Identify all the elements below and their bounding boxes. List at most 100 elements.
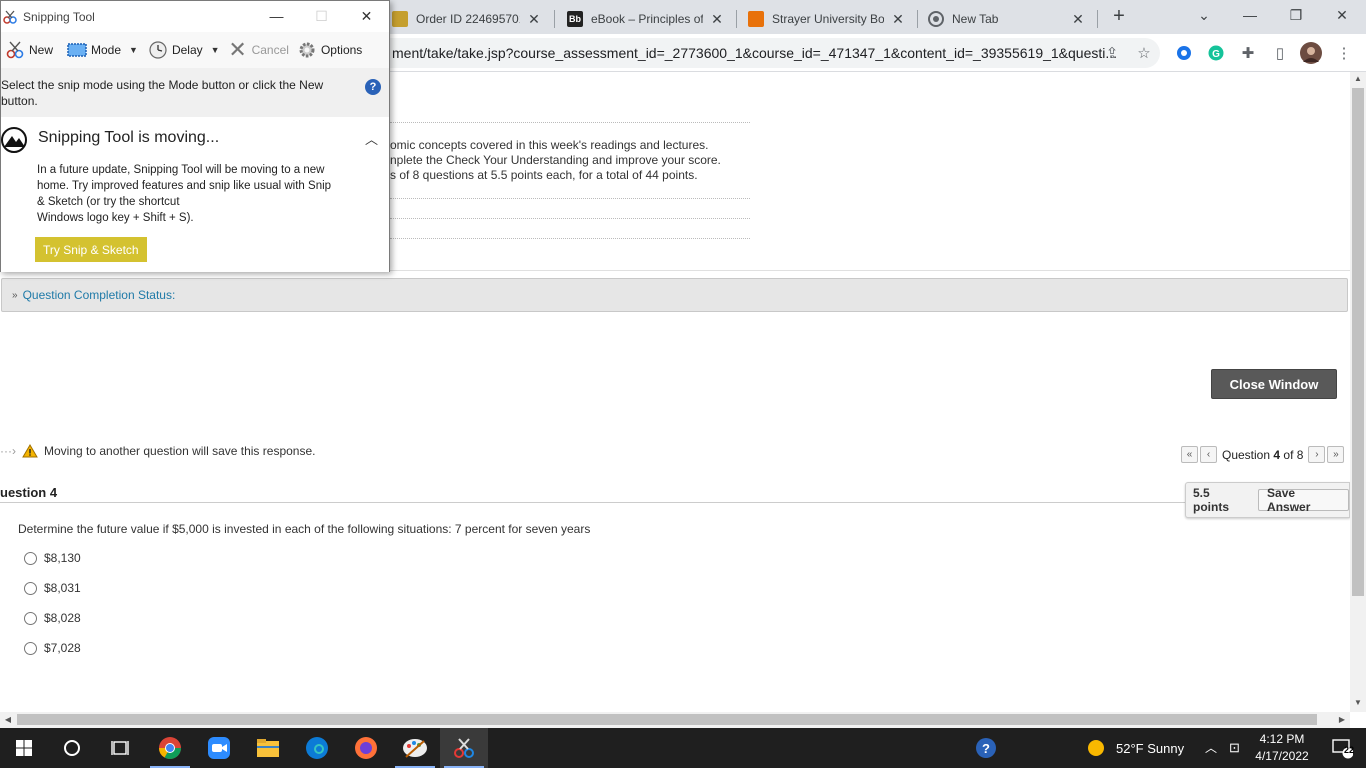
menu-kebab-icon[interactable]: ⋮ [1333, 42, 1355, 64]
gear-icon [297, 41, 317, 59]
share-icon[interactable]: ⇪ [1101, 42, 1123, 64]
restore-icon[interactable]: ❐ [1276, 4, 1316, 26]
new-tab-button[interactable]: + [1108, 6, 1130, 28]
zoom-icon[interactable] [195, 728, 243, 768]
tab-new-tab[interactable]: New Tab ✕ [918, 4, 1096, 34]
question-heading: uestion 4 [0, 485, 58, 500]
chevron-down-icon[interactable]: ▼ [211, 45, 220, 55]
radio-button[interactable] [24, 611, 37, 625]
network-icon[interactable]: ⊡ [1229, 740, 1240, 756]
radio-button[interactable] [24, 581, 37, 595]
tab-ebook[interactable]: Bb eBook – Principles of F ✕ [557, 4, 735, 34]
bookmark-star-icon[interactable]: ☆ [1133, 42, 1155, 64]
strayer-icon [748, 11, 764, 27]
profile-avatar[interactable] [1300, 42, 1322, 64]
answer-option[interactable]: $8,031 [24, 581, 81, 595]
close-icon[interactable]: ✕ [1070, 11, 1086, 28]
close-icon[interactable]: ✕ [1322, 4, 1362, 26]
scroll-right-icon[interactable]: ▶ [1334, 712, 1350, 728]
answer-option-label: $8,031 [44, 581, 81, 595]
chevron-up-icon[interactable]: ︿ [1205, 739, 1217, 756]
answer-option[interactable]: $7,028 [24, 641, 81, 655]
delay-button[interactable]: Delay ▼ [144, 35, 224, 65]
svg-text:?: ? [982, 741, 990, 756]
answer-option[interactable]: $8,028 [24, 611, 81, 625]
radio-button[interactable] [24, 551, 37, 565]
search-icon[interactable] [48, 728, 96, 768]
snipping-tool-taskbar-icon[interactable] [440, 728, 488, 768]
first-question-button[interactable]: « [1181, 446, 1198, 463]
clock-icon [148, 41, 168, 59]
close-window-button[interactable]: Close Window [1211, 369, 1337, 399]
windows-taskbar: ? 52°F Sunny ︿ ⊡ 4:12 PM 4/17/2022 22 [0, 728, 1366, 768]
maximize-icon: ☐ [315, 8, 328, 24]
mode-button[interactable]: Mode ▼ [63, 35, 142, 65]
chrome-icon[interactable] [146, 728, 194, 768]
new-label: New [29, 43, 54, 57]
close-icon[interactable]: ✕ [890, 11, 906, 28]
chevron-down-icon[interactable]: ▼ [129, 45, 138, 55]
answer-option[interactable]: $8,130 [24, 551, 81, 565]
next-question-button[interactable]: › [1308, 446, 1326, 463]
warning-icon [22, 444, 38, 458]
save-notice-text: Moving to another question will save thi… [43, 444, 316, 458]
windows-start-icon[interactable] [0, 728, 48, 768]
horizontal-scroll-thumb[interactable] [17, 714, 1317, 725]
instruction-line: nplete the Check Your Understanding and … [390, 153, 721, 167]
tab-order-id[interactable]: Order ID 224695701 | ✕ [382, 4, 552, 34]
chevron-up-icon[interactable]: ︿ [365, 129, 378, 148]
paint-icon[interactable] [391, 728, 439, 768]
extension-shield-icon[interactable] [1173, 42, 1195, 64]
clock-time: 4:12 PM [1259, 732, 1305, 746]
notice-line: & Sketch (or try the shortcut [37, 196, 180, 208]
divider [390, 238, 750, 239]
question-counter: Question 4 of 8 [1222, 448, 1303, 462]
edge-icon[interactable] [293, 728, 341, 768]
save-answer-button[interactable]: Save Answer [1258, 486, 1349, 514]
side-panel-icon[interactable]: ▯ [1269, 42, 1291, 64]
tab-search-icon[interactable]: ⌄ [1184, 4, 1224, 26]
divider [0, 502, 1186, 503]
close-icon[interactable]: ✕ [709, 11, 725, 28]
weather-sun-icon[interactable] [1072, 728, 1120, 768]
answer-option-label: $8,130 [44, 551, 81, 565]
tab-divider [1097, 10, 1098, 28]
scroll-left-icon[interactable]: ◀ [0, 712, 16, 728]
tab-strayer[interactable]: Strayer University Boo ✕ [738, 4, 916, 34]
last-question-button[interactable]: » [1327, 446, 1345, 463]
vertical-scroll-thumb[interactable] [1352, 88, 1364, 596]
address-url[interactable]: ment/take/take.jsp?course_assessment_id=… [392, 45, 1117, 61]
radio-button[interactable] [24, 641, 37, 655]
vertical-scrollbar[interactable]: ▲ ▼ [1350, 72, 1366, 712]
question-completion-status[interactable]: » Question Completion Status: [1, 278, 1348, 312]
grammarly-icon[interactable]: G [1205, 42, 1227, 64]
scissors-icon [3, 10, 17, 24]
notification-count: 22 [1344, 745, 1355, 755]
close-icon[interactable]: ✕ [344, 1, 389, 32]
mode-label: Mode [91, 43, 122, 57]
snipping-tool-titlebar[interactable]: Snipping Tool — ☐ ✕ [1, 1, 389, 32]
notification-center-icon[interactable]: 22 [1318, 728, 1366, 768]
firefox-icon[interactable] [342, 728, 390, 768]
minimize-icon[interactable]: — [1230, 4, 1270, 26]
taskbar-clock[interactable]: 4:12 PM 4/17/2022 [1246, 731, 1318, 765]
scroll-down-icon[interactable]: ▼ [1350, 696, 1366, 710]
horizontal-scrollbar[interactable]: ◀ ▶ [0, 712, 1350, 728]
file-explorer-icon[interactable] [244, 728, 292, 768]
question-text: Determine the future value if $5,000 is … [18, 522, 591, 536]
previous-question-button[interactable]: ‹ [1200, 446, 1217, 463]
weather-text[interactable]: 52°F Sunny [1116, 741, 1184, 756]
options-button[interactable]: Options [293, 35, 366, 65]
scroll-up-icon[interactable]: ▲ [1350, 72, 1366, 86]
try-snip-sketch-button[interactable]: Try Snip & Sketch [35, 237, 147, 262]
instruction-line: s of 8 questions at 5.5 points each, for… [390, 168, 698, 182]
extensions-puzzle-icon[interactable]: ✚ [1237, 42, 1259, 64]
help-icon[interactable]: ? [365, 79, 381, 95]
task-view-icon[interactable] [96, 728, 144, 768]
tab-title: eBook – Principles of F [591, 12, 703, 26]
snipping-tool-toolbar: New Mode ▼ Delay ▼ ✕ Cancel Options [1, 32, 389, 68]
minimize-icon[interactable]: — [254, 1, 299, 32]
close-icon[interactable]: ✕ [526, 11, 542, 28]
help-tray-icon[interactable]: ? [962, 728, 1010, 768]
new-snip-button[interactable]: New [1, 35, 57, 65]
